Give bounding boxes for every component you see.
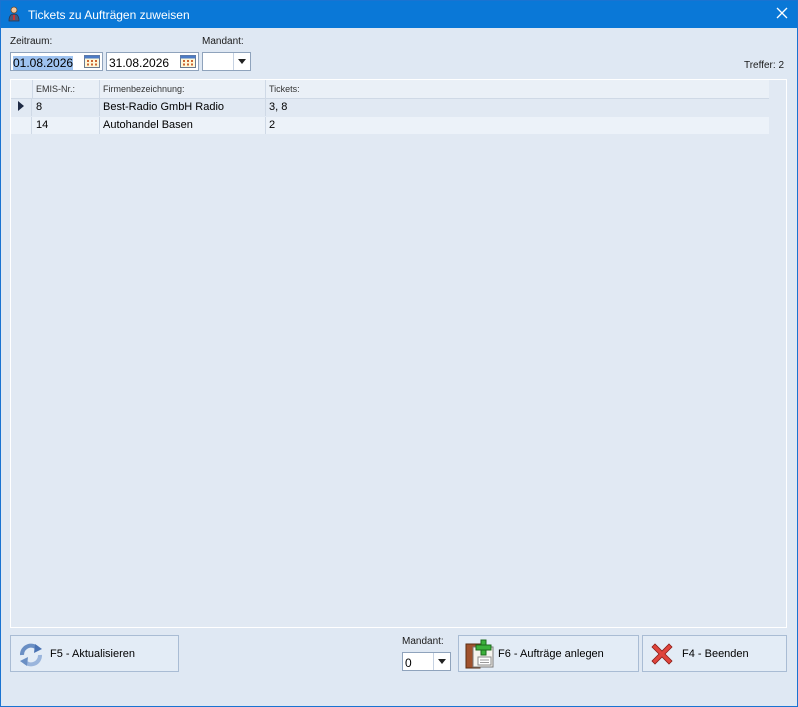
- footer-mandant-select[interactable]: 0: [402, 652, 451, 671]
- exit-button-label: F4 - Beenden: [682, 648, 749, 660]
- mandant-select[interactable]: [202, 52, 251, 71]
- refresh-button[interactable]: F5 - Aktualisieren: [10, 635, 179, 672]
- exit-button[interactable]: F4 - Beenden: [642, 635, 787, 672]
- cell-emis[interactable]: 14: [32, 117, 100, 134]
- cell-firma[interactable]: Best-Radio GmbH Radio: [100, 99, 266, 116]
- calendar-icon[interactable]: [84, 55, 100, 68]
- grid-header: EMIS-Nr.: Firmenbezeichnung: Tickets:: [11, 80, 769, 99]
- table-row[interactable]: 14 Autohandel Basen 2: [11, 117, 769, 134]
- calendar-icon[interactable]: [180, 55, 196, 68]
- date-to-field[interactable]: 31.08.2026: [106, 52, 199, 71]
- tickets-grid[interactable]: EMIS-Nr.: Firmenbezeichnung: Tickets: 8 …: [10, 79, 787, 628]
- window-title: Tickets zu Aufträgen zuweisen: [28, 8, 190, 22]
- cell-tickets[interactable]: 3, 8: [266, 99, 769, 116]
- zeitraum-label: Zeitraum:: [10, 36, 53, 47]
- footer-mandant-label: Mandant:: [402, 636, 444, 647]
- user-icon: [7, 6, 21, 22]
- column-header-firma[interactable]: Firmenbezeichnung:: [100, 80, 266, 98]
- refresh-button-label: F5 - Aktualisieren: [50, 648, 135, 660]
- close-button[interactable]: [767, 1, 797, 28]
- add-document-icon: [464, 638, 496, 673]
- dialog-window: Tickets zu Aufträgen zuweisen Zeitraum: …: [0, 0, 798, 707]
- title-bar: Tickets zu Aufträgen zuweisen: [1, 1, 797, 28]
- chevron-down-icon[interactable]: [433, 653, 450, 670]
- cell-tickets[interactable]: 2: [266, 117, 769, 134]
- red-x-icon: [649, 641, 675, 670]
- chevron-down-icon[interactable]: [233, 53, 250, 70]
- treffer-count: Treffer: 2: [743, 60, 784, 71]
- date-from-value: 01.08.2026: [13, 56, 74, 70]
- grid-corner: [11, 80, 33, 98]
- column-header-tickets[interactable]: Tickets:: [266, 80, 769, 98]
- cell-emis[interactable]: 8: [32, 99, 100, 116]
- close-icon: [776, 7, 788, 22]
- row-selector[interactable]: [11, 117, 32, 134]
- create-orders-label: F6 - Aufträge anlegen: [498, 648, 604, 660]
- refresh-icon: [16, 641, 46, 672]
- table-row[interactable]: 8 Best-Radio GmbH Radio 3, 8: [11, 99, 769, 116]
- column-header-emis[interactable]: EMIS-Nr.:: [33, 80, 100, 98]
- cell-firma[interactable]: Autohandel Basen: [100, 117, 266, 134]
- date-from-field[interactable]: 01.08.2026: [10, 52, 103, 71]
- mandant-label: Mandant:: [202, 36, 244, 47]
- date-to-value: 31.08.2026: [109, 56, 170, 70]
- row-selector[interactable]: [11, 99, 32, 116]
- footer-mandant-value: 0: [405, 656, 412, 670]
- current-row-arrow-icon: [18, 101, 24, 114]
- create-orders-button[interactable]: F6 - Aufträge anlegen: [458, 635, 639, 672]
